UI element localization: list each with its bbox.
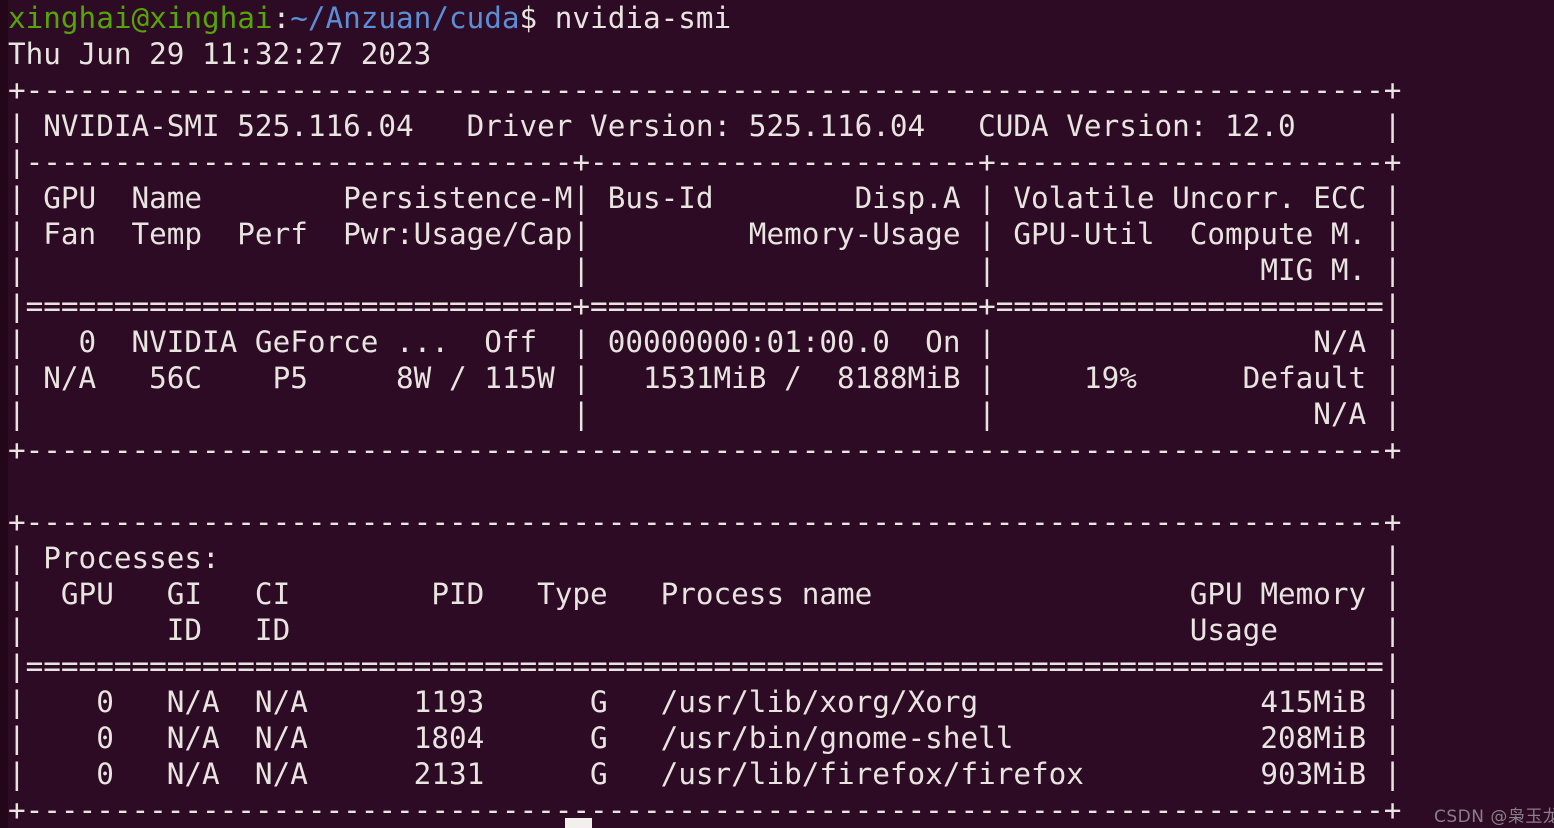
process-row: | 0 N/A N/A 2131 G /usr/lib/firefox/fire… [8, 757, 1402, 791]
processes-table-header-row-2: | ID ID Usage | [8, 613, 1402, 647]
prompt-path: ~/Anzuan/cuda [290, 1, 520, 35]
gpu-table-header-row-1: | GPU Name Persistence-M| Bus-Id Disp.A … [8, 181, 1402, 215]
terminal-screen[interactable]: xinghai@xinghai:~/Anzuan/cuda$ nvidia-sm… [8, 0, 1554, 828]
gpu-table-border-double: |===============================+=======… [8, 289, 1402, 323]
processes-table-title-row: | Processes: | [8, 541, 1402, 575]
prompt-command: nvidia-smi [537, 1, 732, 35]
process-row: | 0 N/A N/A 1804 G /usr/bin/gnome-shell … [8, 721, 1402, 755]
gpu-table-header-row-3: | | | MIG M. | [8, 253, 1402, 287]
process-row: | 0 N/A N/A 1193 G /usr/lib/xorg/Xorg 41… [8, 685, 1402, 719]
processes-table-border-double: |=======================================… [8, 649, 1402, 683]
gpu-table-row: | 0 NVIDIA GeForce ... Off | 00000000:01… [8, 325, 1402, 359]
prompt-line: xinghai@xinghai:~/Anzuan/cuda$ nvidia-sm… [8, 0, 731, 36]
smi-version-row: | NVIDIA-SMI 525.116.04 Driver Version: … [8, 109, 1402, 143]
gpu-table-row: | | | N/A | [8, 397, 1402, 431]
processes-table-border-bottom: +---------------------------------------… [8, 793, 1402, 827]
gpu-table-border-mid: |-------------------------------+-------… [8, 145, 1402, 179]
output-timestamp: Thu Jun 29 11:32:27 2023 [8, 37, 432, 71]
prompt-sigil: $ [519, 1, 538, 35]
prompt-separator: : [272, 1, 291, 35]
csdn-watermark: CSDN @枭玉龙 [1434, 807, 1554, 827]
gpu-table-header-row-2: | Fan Temp Perf Pwr:Usage/Cap| Memory-Us… [8, 217, 1402, 251]
terminal-window[interactable]: xinghai@xinghai:~/Anzuan/cuda$ nvidia-sm… [0, 0, 1554, 828]
prompt-user-host: xinghai@xinghai [8, 1, 273, 35]
processes-table-border-top: +---------------------------------------… [8, 505, 1402, 539]
gpu-table-row: | N/A 56C P5 8W / 115W | 1531MiB / 8188M… [8, 361, 1402, 395]
text-cursor [565, 818, 592, 828]
processes-table-header-row-1: | GPU GI CI PID Type Process name GPU Me… [8, 577, 1402, 611]
terminal-left-border [0, 0, 8, 828]
gpu-table-border-top: +---------------------------------------… [8, 73, 1402, 107]
gpu-table-border-bottom: +---------------------------------------… [8, 433, 1402, 467]
